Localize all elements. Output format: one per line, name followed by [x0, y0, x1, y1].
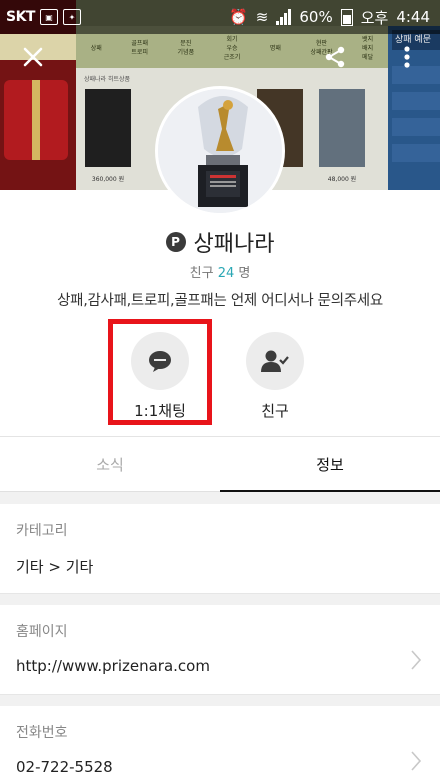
plus-friend-badge-icon: P — [165, 232, 186, 252]
info-list: 카테고리 기타 > 기타 홈페이지 http://www.prizenara.c… — [0, 504, 440, 784]
highlight-box — [108, 319, 212, 425]
share-icon — [325, 46, 345, 68]
friends-count-value: 24 — [217, 266, 235, 281]
profile-name-row: P 상패나라 — [0, 226, 440, 258]
carrier-label: SKT — [6, 9, 35, 25]
add-friend-button[interactable]: 친구 — [245, 332, 305, 421]
info-label: 카테고리 — [16, 523, 68, 539]
tab-info[interactable]: 정보 — [220, 437, 440, 492]
tab-news[interactable]: 소식 — [0, 437, 220, 492]
info-label: 홈페이지 — [16, 624, 68, 640]
profile-avatar[interactable] — [155, 86, 285, 216]
info-category: 카테고리 기타 > 기타 — [0, 504, 440, 594]
phone-number[interactable]: 02-722-5528 — [16, 758, 424, 776]
info-value: 기타 > 기타 — [16, 558, 94, 576]
chevron-right-icon — [411, 751, 422, 771]
app-notification-icon: ✦ — [62, 9, 81, 25]
chevron-right-icon — [411, 650, 422, 670]
more-vertical-icon — [404, 46, 410, 68]
friends-count: 친구 24 명 — [189, 266, 251, 281]
signal-icon — [276, 9, 292, 25]
close-icon — [23, 47, 43, 67]
gallery-notification-icon: ▣ — [39, 9, 58, 25]
profile-name: 상패나라 — [193, 232, 275, 257]
add-friend-label: 친구 — [261, 402, 289, 420]
profile-description: 상패,감사패,트로피,골프패는 언제 어디서나 문의주세요 — [57, 293, 383, 309]
close-button[interactable] — [16, 40, 50, 74]
add-friend-icon — [261, 350, 289, 372]
alarm-icon: ⏰ — [229, 8, 248, 26]
profile-page: 상패 골프패 트로피 문진 기념품 회기 우승 근조기 명패 현판 상패간판 뱃… — [0, 0, 440, 784]
battery-percent: 60% — [299, 8, 333, 26]
battery-icon — [340, 8, 353, 26]
homepage-link[interactable]: http://www.prizenara.com — [16, 657, 424, 675]
info-homepage[interactable]: 홈페이지 http://www.prizenara.com — [0, 605, 440, 695]
trophy-image — [158, 89, 282, 213]
clock: 4:44 — [396, 8, 430, 26]
share-button[interactable] — [318, 40, 352, 74]
more-button[interactable] — [390, 40, 424, 74]
time-ampm: 오후 — [360, 8, 389, 27]
info-label: 전화번호 — [16, 725, 68, 741]
profile-card: P 상패나라 친구 24 명 상패,감사패,트로피,골프패는 언제 어디서나 문… — [0, 190, 440, 436]
wifi-icon: ≋ — [255, 8, 269, 26]
tab-bar: 소식 정보 — [0, 436, 440, 492]
status-bar: SKT ▣ ✦ ⏰ ≋ 60% 오후 4:44 — [0, 0, 440, 34]
info-phone[interactable]: 전화번호 02-722-5528 — [0, 706, 440, 784]
